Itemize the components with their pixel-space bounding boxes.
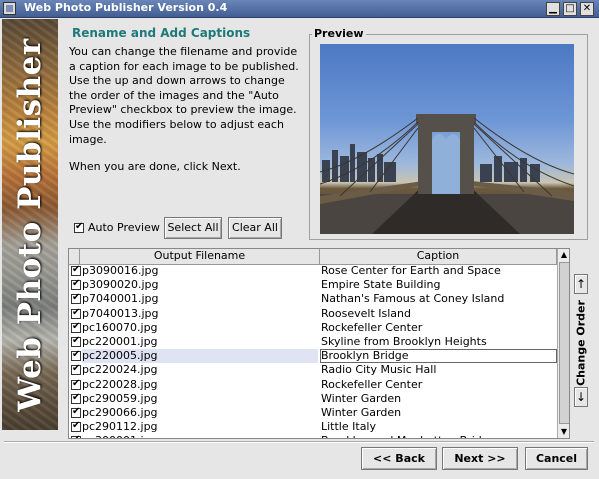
filename-cell[interactable]: p7040001.jpg (82, 292, 318, 306)
column-header-filename[interactable]: Output Filename (80, 249, 320, 264)
preview-label: Preview (312, 27, 366, 40)
row-checkbox[interactable] (71, 307, 81, 319)
table-row[interactable]: pc300001.jpgBrooklyn and Manhattan Bridg… (69, 434, 557, 438)
table-row[interactable]: p7040001.jpgNathan's Famous at Coney Isl… (69, 292, 557, 306)
move-down-button[interactable]: ↓ (574, 387, 588, 407)
row-checkbox[interactable] (71, 349, 81, 362)
move-up-button[interactable]: ↑ (574, 274, 588, 294)
preview-image (320, 44, 574, 234)
change-order-label: Change Order (574, 300, 588, 386)
table-row[interactable]: p7040013.jpgRoosevelt Island (69, 307, 557, 321)
checkbox-icon[interactable] (74, 221, 84, 233)
caption-cell[interactable]: Little Italy (320, 420, 557, 434)
table-row[interactable]: pc220001.jpgSkyline from Brooklyn Height… (69, 335, 557, 349)
filename-cell[interactable]: pc290066.jpg (82, 406, 318, 420)
scroll-down-icon[interactable]: ▼ (558, 426, 569, 438)
row-checkbox[interactable] (71, 434, 81, 438)
filename-cell[interactable]: pc220028.jpg (82, 378, 318, 392)
header-corner (69, 249, 80, 264)
image-table[interactable]: Output Filename Caption p3090016.jpgRose… (68, 248, 570, 439)
minimize-button[interactable]: ▁ (546, 2, 560, 16)
row-checkbox[interactable] (71, 264, 81, 276)
table-header: Output Filename Caption (69, 249, 557, 265)
close-button[interactable]: ✕ (580, 2, 594, 16)
section-title: Rename and Add Captions (72, 26, 251, 40)
caption-cell[interactable]: Winter Garden (320, 392, 557, 406)
caption-cell[interactable]: Roosevelt Island (320, 307, 557, 321)
row-checkbox[interactable] (71, 378, 81, 390)
row-checkbox[interactable] (71, 292, 81, 305)
row-checkbox[interactable] (71, 406, 81, 418)
auto-preview-label: Auto Preview (88, 221, 160, 234)
filename-cell[interactable]: p3090020.jpg (82, 278, 318, 292)
maximize-icon: □ (565, 3, 575, 14)
caption-cell[interactable]: Radio City Music Hall (320, 363, 557, 377)
select-all-button[interactable]: Select All (164, 217, 222, 239)
brooklyn-bridge-photo (320, 114, 574, 234)
caption-cell[interactable]: Nathan's Famous at Coney Island (320, 292, 557, 306)
minimize-icon: ▁ (549, 3, 557, 14)
instructions: You can change the filename and provide … (69, 45, 299, 188)
auto-preview-checkbox[interactable]: Auto Preview (74, 221, 160, 234)
row-checkbox[interactable] (71, 420, 81, 433)
row-checkbox[interactable] (71, 278, 81, 291)
row-checkbox[interactable] (71, 335, 81, 347)
window-title: Web Photo Publisher Version 0.4 (24, 1, 228, 14)
up-arrow-icon: ↑ (575, 277, 587, 291)
row-checkbox[interactable] (71, 392, 81, 404)
table-row[interactable]: pc290112.jpgLittle Italy (69, 420, 557, 434)
filename-cell[interactable]: pc220005.jpg (82, 349, 318, 364)
scroll-up-icon[interactable]: ▲ (558, 249, 569, 261)
table-row[interactable]: pc220024.jpgRadio City Music Hall (69, 363, 557, 377)
filename-cell[interactable]: pc290059.jpg (82, 392, 318, 406)
caption-cell[interactable]: Brooklyn Bridge (320, 349, 557, 364)
caption-cell[interactable]: Winter Garden (320, 406, 557, 420)
caption-cell[interactable]: Rockefeller Center (320, 378, 557, 392)
table-row[interactable]: pc160070.jpgRockefeller Center (69, 321, 557, 335)
instructions-paragraph-2: When you are done, click Next. (69, 160, 241, 174)
filename-cell[interactable]: pc300001.jpg (82, 434, 318, 438)
down-arrow-icon: ↓ (575, 390, 587, 404)
row-checkbox[interactable] (71, 363, 81, 376)
caption-cell[interactable]: Empire State Building (320, 278, 557, 292)
row-checkbox[interactable] (71, 321, 81, 333)
divider (4, 441, 594, 443)
table-scrollbar[interactable]: ▲ ▼ (557, 249, 569, 438)
scroll-thumb[interactable] (559, 262, 569, 424)
app-icon[interactable] (3, 2, 16, 15)
filename-cell[interactable]: p7040013.jpg (82, 307, 318, 321)
filename-cell[interactable]: pc220001.jpg (82, 335, 318, 349)
caption-cell[interactable]: Brooklyn and Manhattan Bridges (320, 434, 557, 438)
back-button[interactable]: << Back (361, 447, 437, 470)
next-button[interactable]: Next >> (442, 447, 518, 470)
side-banner: Web Photo Publisher (2, 19, 58, 430)
instructions-paragraph-1: You can change the filename and provide … (69, 45, 299, 146)
filename-cell[interactable]: pc160070.jpg (82, 321, 318, 335)
filename-cell[interactable]: pc220024.jpg (82, 363, 318, 377)
close-icon: ✕ (582, 3, 592, 14)
table-row[interactable]: pc220005.jpgBrooklyn Bridge (69, 349, 557, 364)
filename-cell[interactable]: pc290112.jpg (82, 420, 318, 434)
table-row[interactable]: p3090020.jpgEmpire State Building (69, 278, 557, 292)
caption-cell[interactable]: Rose Center for Earth and Space (320, 264, 557, 278)
caption-cell[interactable]: Skyline from Brooklyn Heights (320, 335, 557, 349)
banner-text: Web Photo Publisher (12, 37, 48, 412)
column-header-caption[interactable]: Caption (320, 249, 557, 264)
table-row[interactable]: pc290066.jpgWinter Garden (69, 406, 557, 420)
cancel-button[interactable]: Cancel (525, 447, 588, 470)
table-body: p3090016.jpgRose Center for Earth and Sp… (69, 264, 557, 438)
title-bar: Web Photo Publisher Version 0.4 ▁ □ ✕ (0, 0, 599, 18)
clear-all-button[interactable]: Clear All (228, 217, 282, 239)
caption-cell[interactable]: Rockefeller Center (320, 321, 557, 335)
filename-cell[interactable]: p3090016.jpg (82, 264, 318, 278)
table-row[interactable]: pc220028.jpgRockefeller Center (69, 378, 557, 392)
maximize-button[interactable]: □ (563, 2, 577, 16)
table-row[interactable]: pc290059.jpgWinter Garden (69, 392, 557, 406)
table-row[interactable]: p3090016.jpgRose Center for Earth and Sp… (69, 264, 557, 278)
